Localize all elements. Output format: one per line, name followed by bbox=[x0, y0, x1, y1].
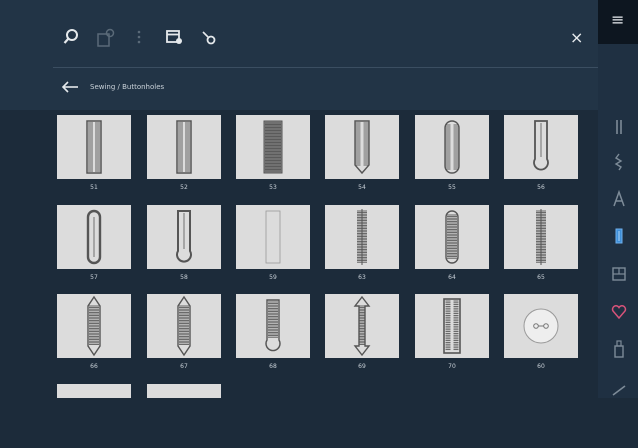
stitch-number: 67 bbox=[180, 363, 188, 370]
stitch-tile[interactable] bbox=[57, 205, 131, 269]
stitch-tile[interactable] bbox=[147, 115, 221, 179]
stitch-tile[interactable] bbox=[147, 205, 221, 269]
menu-button[interactable]: ≡ bbox=[598, 0, 638, 44]
stitch-number: 53 bbox=[269, 184, 277, 191]
stitch-number: 63 bbox=[358, 274, 366, 281]
top-toolbar bbox=[0, 0, 598, 68]
stitch-tile[interactable] bbox=[236, 205, 310, 269]
tutorial-icon[interactable] bbox=[611, 378, 627, 396]
stitch-number: 57 bbox=[90, 274, 98, 281]
menu-icon: ≡ bbox=[611, 10, 625, 29]
stitch-number: 69 bbox=[358, 363, 366, 370]
stitch-number: 65 bbox=[537, 274, 545, 281]
stitch-number: 54 bbox=[358, 184, 366, 191]
stitch-tile[interactable] bbox=[57, 384, 131, 398]
stitch-tile[interactable] bbox=[504, 115, 578, 179]
back-arrow-icon[interactable] bbox=[61, 79, 79, 95]
practical-stitches-icon[interactable] bbox=[611, 118, 627, 136]
stitch-number: 52 bbox=[180, 184, 188, 191]
stitch-tile[interactable] bbox=[57, 294, 131, 358]
stitch-tile[interactable] bbox=[325, 115, 399, 179]
stitch-number: 68 bbox=[269, 363, 277, 370]
stitch-number: 58 bbox=[180, 274, 188, 281]
stitch-number: 70 bbox=[448, 363, 456, 370]
stitch-tile[interactable] bbox=[415, 294, 489, 358]
memory-icon[interactable] bbox=[611, 340, 627, 358]
search-icon[interactable] bbox=[62, 28, 80, 46]
stitch-number: 59 bbox=[269, 274, 277, 281]
add-to-memory-icon[interactable] bbox=[96, 28, 115, 47]
stitch-tile[interactable] bbox=[415, 205, 489, 269]
alphabets-icon[interactable] bbox=[611, 189, 627, 208]
stitch-tile[interactable] bbox=[504, 205, 578, 269]
decorative-stitches-icon[interactable] bbox=[611, 153, 627, 171]
buttonholes-icon[interactable] bbox=[611, 227, 627, 245]
stitch-number: 56 bbox=[537, 184, 545, 191]
stitch-tile[interactable] bbox=[415, 115, 489, 179]
bobbin-icon[interactable] bbox=[200, 28, 218, 46]
stitch-tile[interactable] bbox=[147, 384, 221, 398]
stitch-tile[interactable] bbox=[236, 294, 310, 358]
stitch-grid: 51 52 53 54 55 56 57 58 59 63 64 65 66 67 68 69 70 60 bbox=[0, 110, 598, 398]
stitch-number: 55 bbox=[448, 184, 456, 191]
stitch-tile[interactable] bbox=[57, 115, 131, 179]
breadcrumb: Sewing / Buttonholes bbox=[90, 83, 165, 91]
stitch-tile[interactable] bbox=[325, 205, 399, 269]
more-icon[interactable] bbox=[134, 28, 152, 46]
quilt-stitches-icon[interactable] bbox=[611, 265, 627, 283]
stitch-tile[interactable] bbox=[236, 115, 310, 179]
stitch-tile[interactable] bbox=[504, 294, 578, 358]
file-info-icon[interactable] bbox=[165, 28, 183, 46]
stitch-tile[interactable] bbox=[147, 294, 221, 358]
stitch-number: 60 bbox=[537, 363, 545, 370]
favorites-icon[interactable] bbox=[611, 303, 627, 321]
stitch-tile[interactable] bbox=[325, 294, 399, 358]
stitch-number: 64 bbox=[448, 274, 456, 281]
stitch-number: 66 bbox=[90, 363, 98, 370]
close-icon[interactable]: × bbox=[570, 30, 583, 46]
stitch-number: 51 bbox=[90, 184, 98, 191]
